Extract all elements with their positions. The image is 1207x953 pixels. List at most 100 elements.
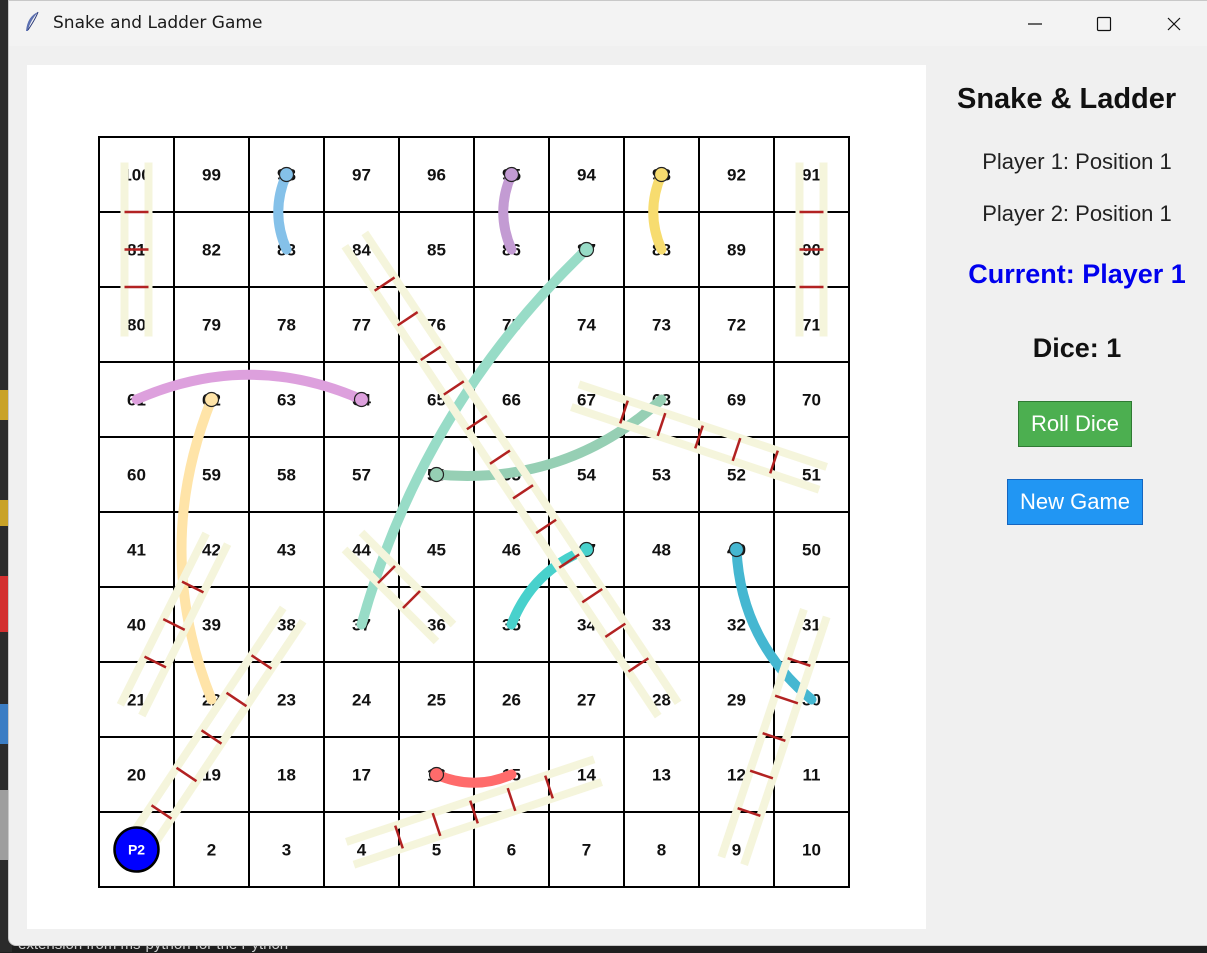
snake-head xyxy=(728,541,745,558)
cell-number: 24 xyxy=(352,691,371,710)
feather-icon xyxy=(26,11,39,31)
cell-number: 3 xyxy=(282,841,291,860)
token-label: P2 xyxy=(128,842,145,858)
board-cell: 10 xyxy=(773,811,850,888)
board-cell: 70 xyxy=(773,361,850,438)
board-cell: 73 xyxy=(623,286,700,363)
board-cell: 26 xyxy=(473,661,550,738)
board-cell: 43 xyxy=(248,511,325,588)
roll-dice-button[interactable]: Roll Dice xyxy=(1018,401,1132,447)
board-cell: 13 xyxy=(623,736,700,813)
board-cell: 100 xyxy=(98,136,175,213)
board-cell: 36 xyxy=(398,586,475,663)
cell-number: 70 xyxy=(802,391,821,410)
cell-number: 97 xyxy=(352,166,371,185)
maximize-button[interactable] xyxy=(1081,1,1127,46)
snake-head xyxy=(278,166,295,183)
cell-number: 5 xyxy=(432,841,441,860)
cell-number: 32 xyxy=(727,616,746,635)
board-cell: 20 xyxy=(98,736,175,813)
board-cell: 71 xyxy=(773,286,850,363)
cell-number: 13 xyxy=(652,766,671,785)
cell-number: 79 xyxy=(202,316,221,335)
board-cell: 99 xyxy=(173,136,250,213)
cell-number: 43 xyxy=(277,541,296,560)
cell-number: 8 xyxy=(657,841,666,860)
cell-number: 73 xyxy=(652,316,671,335)
cell-number: 4 xyxy=(357,841,367,860)
cell-number: 46 xyxy=(502,541,521,560)
close-icon xyxy=(1167,17,1181,30)
minimize-icon xyxy=(1028,22,1042,25)
game-title: Snake & Ladder xyxy=(957,83,1177,115)
board-cell: 97 xyxy=(323,136,400,213)
cell-number: 72 xyxy=(727,316,746,335)
board-cell: 82 xyxy=(173,211,250,288)
cell-number: 89 xyxy=(727,241,746,260)
cell-number: 10 xyxy=(802,841,821,860)
cell-number: 66 xyxy=(502,391,521,410)
board-cell: 50 xyxy=(773,511,850,588)
snake-head xyxy=(428,766,445,783)
cell-number: 20 xyxy=(127,766,146,785)
cell-number: 33 xyxy=(652,616,671,635)
board-cell: 17 xyxy=(323,736,400,813)
player-token: P2 xyxy=(113,826,160,873)
board-cell: 91 xyxy=(773,136,850,213)
cell-number: 9 xyxy=(732,841,741,860)
board-cell: 60 xyxy=(98,436,175,513)
close-button[interactable] xyxy=(1151,1,1197,46)
player2-status: Player 2: Position 1 xyxy=(982,201,1172,226)
cell-number: 27 xyxy=(577,691,596,710)
new-game-button[interactable]: New Game xyxy=(1007,479,1143,525)
board-cell: 41 xyxy=(98,511,175,588)
cell-number: 17 xyxy=(352,766,371,785)
cell-number: 45 xyxy=(427,541,446,560)
snake-head xyxy=(653,166,670,183)
board-cell: 27 xyxy=(548,661,625,738)
cell-number: 94 xyxy=(577,166,596,185)
cell-number: 71 xyxy=(802,316,821,335)
cell-number: 92 xyxy=(727,166,746,185)
board-cell: 74 xyxy=(548,286,625,363)
board-cell: 78 xyxy=(248,286,325,363)
board-cell: 92 xyxy=(698,136,775,213)
board-cell: 48 xyxy=(623,511,700,588)
snake-head xyxy=(203,391,220,408)
board-cell: 57 xyxy=(323,436,400,513)
cell-number: 29 xyxy=(727,691,746,710)
cell-number: 77 xyxy=(352,316,371,335)
title-bar[interactable]: Snake and Ladder Game xyxy=(9,1,1207,46)
cell-number: 99 xyxy=(202,166,221,185)
board-cell: 85 xyxy=(398,211,475,288)
game-window: Snake and Ladder Game 100999897969594939… xyxy=(8,0,1207,946)
board-cell: 33 xyxy=(623,586,700,663)
cell-number: 39 xyxy=(202,616,221,635)
side-panel: Snake & Ladder Player 1: Position 1 Play… xyxy=(927,65,1207,929)
board-cell: 80 xyxy=(98,286,175,363)
board-cell: 3 xyxy=(248,811,325,888)
cell-number: 63 xyxy=(277,391,296,410)
minimize-button[interactable] xyxy=(1012,1,1058,46)
board-cell: 94 xyxy=(548,136,625,213)
cell-number: 48 xyxy=(652,541,671,560)
board-cell: 79 xyxy=(173,286,250,363)
cell-number: 23 xyxy=(277,691,296,710)
cell-number: 11 xyxy=(803,766,821,785)
snake-head xyxy=(353,391,370,408)
cell-number: 74 xyxy=(577,316,596,335)
cell-number: 7 xyxy=(582,841,591,860)
cell-number: 18 xyxy=(277,766,296,785)
cell-number: 80 xyxy=(127,316,146,335)
cell-number: 96 xyxy=(427,166,446,185)
board-canvas[interactable]: 1009998979695949392918182838485868788899… xyxy=(27,65,926,929)
cell-number: 50 xyxy=(802,541,821,560)
game-board[interactable]: 1009998979695949392918182838485868788899… xyxy=(27,65,926,929)
snake-head xyxy=(578,241,595,258)
board-cell: 25 xyxy=(398,661,475,738)
cell-number: 40 xyxy=(127,616,146,635)
cell-number: 59 xyxy=(202,466,221,485)
player1-status: Player 1: Position 1 xyxy=(982,149,1172,174)
cell-number: 57 xyxy=(352,466,371,485)
current-player: Current: Player 1 xyxy=(968,259,1186,289)
